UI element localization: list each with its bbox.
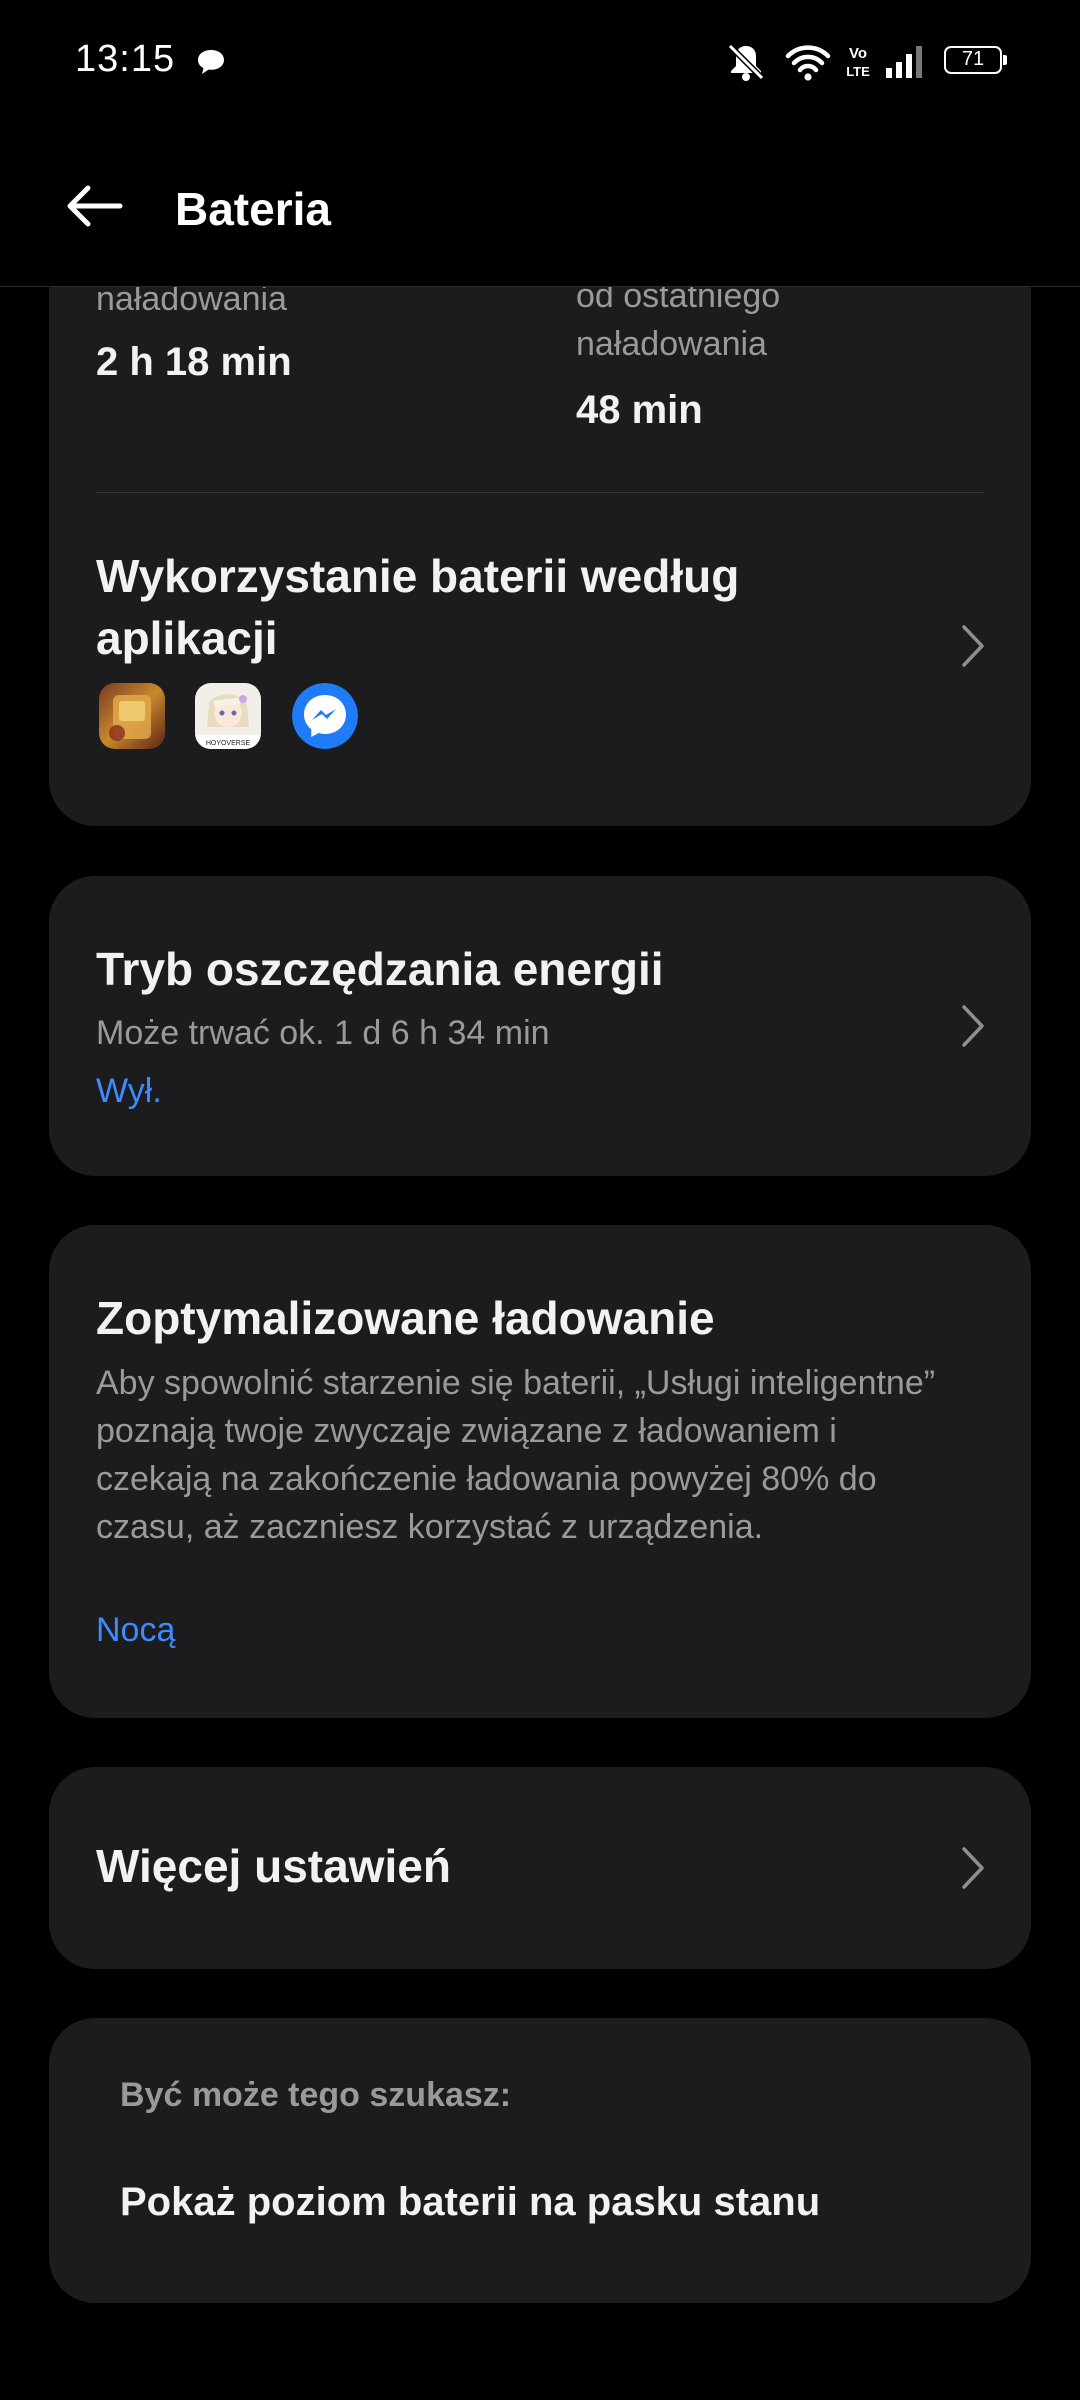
wifi-icon	[785, 45, 831, 81]
usage-right-value: 48 min	[576, 388, 703, 432]
power-saving-mode-card[interactable]: Tryb oszczędzania energii Może trwać ok.…	[49, 876, 1031, 1176]
back-arrow-icon[interactable]	[62, 182, 126, 230]
battery-icon: 71	[944, 46, 1008, 76]
suggestions-header: Być może tego szukasz:	[120, 2076, 512, 2114]
usage-left-value: 2 h 18 min	[96, 340, 292, 384]
suggestions-card: Być może tego szukasz: Pokaż poziom bate…	[49, 2018, 1031, 2303]
mute-icon	[727, 43, 765, 81]
hoyoverse-badge-text: HOYOVERSE	[206, 740, 251, 747]
chevron-right-icon	[962, 1847, 984, 1889]
suggestion-show-battery-level[interactable]: Pokaż poziom baterii na pasku stanu	[120, 2180, 820, 2225]
battery-level: 71	[944, 46, 1002, 74]
optimized-charging-status: Nocą	[96, 1611, 176, 1649]
volte-icon: Vo LTE	[846, 45, 870, 79]
svg-text:Vo: Vo	[849, 45, 867, 62]
status-bar: 13:15 Vo LTE 71	[0, 0, 1080, 120]
more-settings-card[interactable]: Więcej ustawień	[49, 1767, 1031, 1969]
app-bar: Bateria	[0, 120, 1080, 287]
more-settings-title: Więcej ustawień	[96, 1840, 451, 1892]
battery-usage-card: naładowania 2 h 18 min od ostatniego nał…	[49, 240, 1031, 826]
status-time: 13:15	[75, 38, 176, 80]
optimized-charging-card[interactable]: Zoptymalizowane ładowanie Aby spowolnić …	[49, 1225, 1031, 1718]
svg-text:LTE: LTE	[846, 64, 870, 79]
power-saving-title: Tryb oszczędzania energii	[96, 943, 664, 995]
hoyoverse-app-icon: HOYOVERSE	[195, 683, 261, 749]
page-title: Bateria	[175, 183, 331, 235]
optimized-charging-description: Aby spowolnić starzenie się baterii, „Us…	[96, 1364, 936, 1546]
chat-bubble-icon	[198, 50, 224, 74]
chevron-right-icon	[962, 1005, 984, 1047]
messenger-app-icon	[292, 683, 358, 749]
game-app-icon	[99, 683, 165, 749]
battery-usage-by-app-row[interactable]: Wykorzystanie baterii według aplikacji H…	[49, 493, 1031, 826]
signal-icon	[886, 46, 922, 78]
power-saving-estimate: Może trwać ok. 1 d 6 h 34 min	[96, 1014, 550, 1052]
chevron-right-icon	[962, 625, 984, 667]
optimized-charging-title: Zoptymalizowane ładowanie	[96, 1292, 715, 1344]
usage-apps-title: Wykorzystanie baterii według aplikacji	[96, 550, 740, 664]
power-saving-status: Wył.	[96, 1072, 162, 1110]
